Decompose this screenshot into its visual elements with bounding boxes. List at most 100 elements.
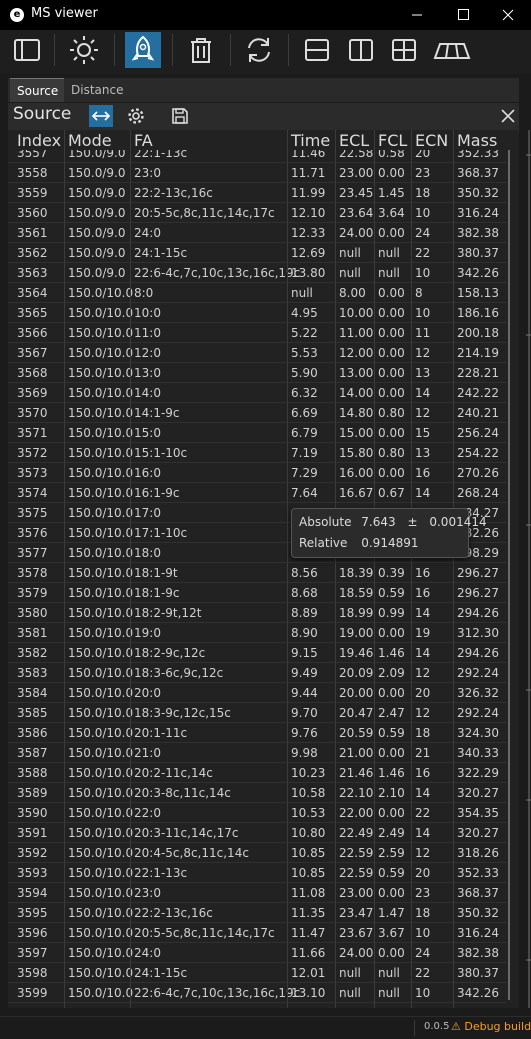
table-row[interactable]: 3588 150.0/10.0 20:2-11c,14c 10.23 21.46 1.46… — [8, 763, 506, 783]
column-header-fcl[interactable]: FCL — [378, 130, 407, 152]
tooltip-absolute-value: 7.643 — [361, 515, 396, 529]
cell-mode: 150.0/10.0 — [68, 306, 134, 320]
table-row[interactable]: 3583 150.0/10.0 18:3-6c,9c,12c 9.49 20.09 2.0… — [8, 663, 506, 683]
cell-ecn: 24 — [415, 226, 431, 240]
column-header-mass[interactable]: Mass — [457, 130, 497, 152]
launch-button[interactable] — [125, 32, 161, 68]
delete-button[interactable] — [183, 32, 219, 68]
table-row[interactable]: 3579 150.0/10.0 18:1-9c 8.68 18.59 0.59 16 296.… — [8, 583, 506, 603]
cell-fa: 20:5-5c,8c,11c,14c,17c — [134, 206, 275, 220]
column-divider[interactable] — [453, 130, 454, 1008]
cell-fcl: 2.59 — [378, 846, 405, 860]
column-divider[interactable] — [130, 130, 131, 1008]
table-row[interactable]: 3572 150.0/10.0 15:1-10c 7.19 15.80 0.80 13 254… — [8, 443, 506, 463]
cell-index: 3580 — [17, 606, 48, 620]
table-row[interactable]: 3573 150.0/10.0 16:0 7.29 16.00 0.00 16 270.26 — [8, 463, 506, 483]
cell-mass: 242.22 — [457, 386, 499, 400]
column-divider[interactable] — [287, 130, 288, 1008]
maximize-button[interactable] — [440, 0, 486, 30]
cell-mass: 228.21 — [457, 366, 499, 380]
table-row[interactable]: 3585 150.0/10.0 18:3-9c,12c,15c 9.70 20.47 2.… — [8, 703, 506, 723]
close-panel-button[interactable] — [496, 105, 520, 127]
table-row[interactable]: 3593 150.0/10.0 22:1-13c 10.85 22.59 0.59 20 35… — [8, 863, 506, 883]
cell-ecl: 22.49 — [339, 826, 374, 840]
table-row[interactable]: 3578 150.0/10.0 18:1-9t 8.56 18.39 0.39 16 296.… — [8, 563, 506, 583]
sidebar-toggle-button[interactable] — [9, 32, 45, 68]
column-divider[interactable] — [374, 130, 375, 1008]
table-row[interactable]: 3560 150.0/9.0 20:5-5c,8c,11c,14c,17c 12.10… — [8, 203, 506, 223]
table-row[interactable]: 3571 150.0/10.0 15:0 6.79 15.00 0.00 15 256.24 — [8, 423, 506, 443]
column-header-ecn[interactable]: ECN — [415, 130, 448, 152]
layout-perspective-button[interactable] — [432, 32, 472, 68]
cell-mass: 158.13 — [457, 286, 499, 300]
cell-ecn: 23 — [415, 166, 431, 180]
column-header-time[interactable]: Time — [291, 130, 330, 152]
debug-build-warning: ⚠ Debug build ⚠ — [451, 1020, 531, 1033]
column-divider[interactable] — [64, 130, 65, 1008]
column-header-index[interactable]: Index — [17, 130, 61, 152]
minimize-button[interactable] — [394, 0, 440, 30]
fit-width-button[interactable] — [89, 105, 113, 127]
layout-horizontal-button[interactable] — [299, 32, 335, 68]
table-row[interactable]: 3595 150.0/10.0 22:2-13c,16c 11.35 23.47 1.47… — [8, 903, 506, 923]
column-header-fa[interactable]: FA — [134, 130, 153, 152]
layout-vertical-button[interactable] — [343, 32, 379, 68]
table-row[interactable]: 3561 150.0/9.0 24:0 12.33 24.00 0.00 24 382.38 — [8, 223, 506, 243]
table-row[interactable]: 3594 150.0/10.0 23:0 11.08 23.00 0.00 23 368.37 — [8, 883, 506, 903]
cell-index: 3585 — [17, 706, 48, 720]
table-row[interactable]: 3596 150.0/10.0 20:5-5c,8c,11c,14c,17c 11.4… — [8, 923, 506, 943]
table-row[interactable]: 3567 150.0/10.0 12:0 5.53 12.00 0.00 12 214.19 — [8, 343, 506, 363]
column-header-ecl[interactable]: ECL — [339, 130, 369, 152]
table-row[interactable]: 3587 150.0/10.0 21:0 9.98 21.00 0.00 21 340.33 — [8, 743, 506, 763]
cell-fcl: 3.64 — [378, 206, 405, 220]
refresh-button[interactable] — [241, 32, 277, 68]
cell-mode: 150.0/10.0 — [68, 486, 134, 500]
table-row[interactable]: 3586 150.0/10.0 20:1-11c 9.76 20.59 0.59 18 324… — [8, 723, 506, 743]
column-divider[interactable] — [411, 130, 412, 1008]
table-row[interactable]: 3597 150.0/10.0 24:0 11.66 24.00 0.00 24 382.38 — [8, 943, 506, 963]
gear-icon — [128, 108, 144, 124]
table-row[interactable]: 3559 150.0/9.0 22:2-13c,16c 11.99 23.45 1.45 1… — [8, 183, 506, 203]
table-row[interactable]: 3581 150.0/10.0 19:0 8.90 19.00 0.00 19 312.30 — [8, 623, 506, 643]
table-row[interactable]: 3570 150.0/10.0 14:1-9c 6.69 14.80 0.80 12 240.… — [8, 403, 506, 423]
data-table[interactable]: 3557 150.0/9.0 22:1-13c 11.46 22.58 0.58 20 352… — [8, 130, 519, 1008]
table-row[interactable]: 3582 150.0/10.0 18:2-9c,12c 9.15 19.46 1.46 14… — [8, 643, 506, 663]
vertical-scrollbar[interactable] — [508, 150, 510, 1000]
table-row[interactable]: 3598 150.0/10.0 24:1-15c 12.01 null null 22 380… — [8, 963, 506, 983]
table-row[interactable]: 3584 150.0/10.0 20:0 9.44 20.00 0.00 20 326.32 — [8, 683, 506, 703]
theme-button[interactable] — [66, 32, 102, 68]
cell-ecl: 18.59 — [339, 586, 374, 600]
table-row[interactable]: 3591 150.0/10.0 20:3-11c,14c,17c 10.80 22.49… — [8, 823, 506, 843]
cell-fcl: 0.59 — [378, 866, 405, 880]
cell-mode: 150.0/10.0 — [68, 526, 134, 540]
tab-source[interactable]: Source — [10, 78, 64, 102]
table-row[interactable]: 3566 150.0/10.0 11:0 5.22 11.00 0.00 11 200.18 — [8, 323, 506, 343]
table-row[interactable]: 3569 150.0/10.0 14:0 6.32 14.00 0.00 14 242.22 — [8, 383, 506, 403]
table-row[interactable]: 3565 150.0/10.0 10:0 4.95 10.00 0.00 10 186.16 — [8, 303, 506, 323]
table-row[interactable]: 3558 150.0/9.0 23:0 11.71 23.00 0.00 23 368.37 — [8, 163, 506, 183]
table-row[interactable]: 3563 150.0/9.0 22:6-4c,7c,10c,13c,16c,19c 1… — [8, 263, 506, 283]
tab-distance[interactable]: Distance — [64, 78, 130, 102]
cell-ecn: 8 — [415, 286, 423, 300]
table-row[interactable]: 3599 150.0/10.0 22:6-4c,7c,10c,13c,16c,19c… — [8, 983, 506, 1003]
cell-index: 3572 — [17, 446, 48, 460]
save-button[interactable] — [168, 105, 192, 127]
app-icon: e — [10, 8, 24, 22]
cell-time: 10.23 — [291, 766, 326, 780]
table-row[interactable]: 3590 150.0/10.0 22:0 10.53 22.00 0.00 22 354.35 — [8, 803, 506, 823]
table-row[interactable]: 3568 150.0/10.0 13:0 5.90 13.00 0.00 13 228.21 — [8, 363, 506, 383]
table-row[interactable]: 3592 150.0/10.0 20:4-5c,8c,11c,14c 10.85 22.… — [8, 843, 506, 863]
column-divider[interactable] — [335, 130, 336, 1008]
settings-button[interactable] — [124, 105, 148, 127]
layout-grid-button[interactable] — [386, 32, 422, 68]
table-row[interactable]: 3562 150.0/9.0 24:1-15c 12.69 null null 22 380.… — [8, 243, 506, 263]
close-window-button[interactable] — [485, 0, 531, 30]
column-header-mode[interactable]: Mode — [68, 130, 112, 152]
table-row[interactable]: 3580 150.0/10.0 18:2-9t,12t 8.89 18.99 0.99 14… — [8, 603, 506, 623]
cell-mass: 318.26 — [457, 846, 499, 860]
table-row[interactable]: 3564 150.0/10.0 8:0 null 8.00 0.00 8 158.13 — [8, 283, 506, 303]
table-row[interactable]: 3574 150.0/10.0 16:1-9c 7.64 16.67 0.67 14 268.… — [8, 483, 506, 503]
table-row[interactable]: 3589 150.0/10.0 20:3-8c,11c,14c 10.58 22.10 2… — [8, 783, 506, 803]
cell-fa: 20:1-11c — [134, 726, 188, 740]
save-icon — [172, 108, 188, 124]
